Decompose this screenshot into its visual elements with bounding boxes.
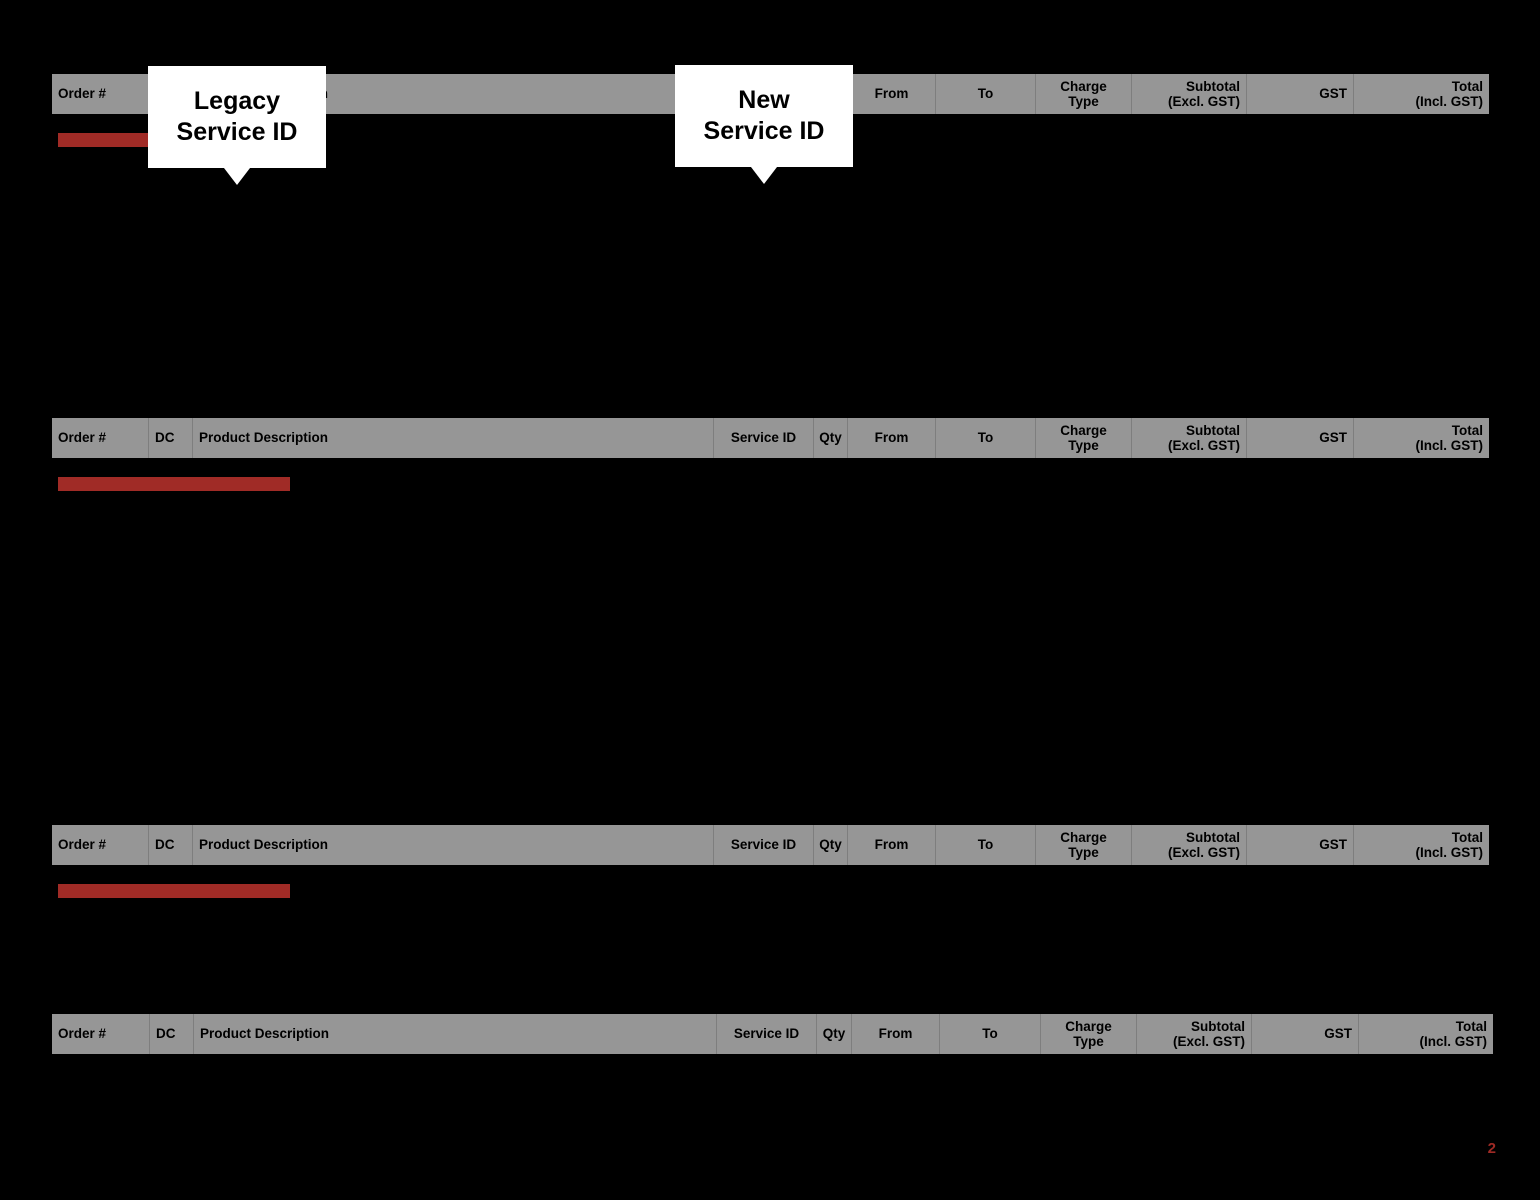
col-header-gst: GST bbox=[1252, 1014, 1359, 1054]
col-header-service-id: Service ID bbox=[714, 418, 814, 458]
col-header-from: From bbox=[848, 418, 936, 458]
col-header-order: Order # bbox=[52, 825, 149, 865]
col-header-charge-type: Charge Type bbox=[1036, 418, 1132, 458]
page-number: 2 bbox=[1487, 1140, 1496, 1157]
callout-legacy-service-id[interactable]: Legacy Service ID bbox=[148, 66, 326, 185]
callout-new-service-id[interactable]: New Service ID bbox=[675, 65, 853, 184]
col-header-gst: GST bbox=[1247, 825, 1354, 865]
col-header-subtotal: Subtotal (Excl. GST) bbox=[1132, 825, 1247, 865]
redaction-bar-3 bbox=[58, 884, 290, 898]
col-header-from: From bbox=[848, 74, 936, 114]
col-header-gst: GST bbox=[1247, 418, 1354, 458]
col-header-charge-type: Charge Type bbox=[1036, 825, 1132, 865]
col-header-dc: DC bbox=[149, 418, 193, 458]
col-header-gst: GST bbox=[1247, 74, 1354, 114]
col-header-product-description: Product Description bbox=[193, 418, 714, 458]
callout-legacy-service-id-label: Legacy Service ID bbox=[176, 86, 298, 147]
col-header-to: To bbox=[940, 1014, 1041, 1054]
col-header-to: To bbox=[936, 418, 1036, 458]
slide-canvas: Order # DC Product Description Service I… bbox=[0, 0, 1540, 1200]
col-header-subtotal: Subtotal (Excl. GST) bbox=[1132, 418, 1247, 458]
col-header-service-id: Service ID bbox=[717, 1014, 817, 1054]
col-header-charge-type: Charge Type bbox=[1036, 74, 1132, 114]
invoice-table-2: Order # DC Product Description Service I… bbox=[52, 418, 1489, 458]
col-header-total: Total (Incl. GST) bbox=[1354, 418, 1489, 458]
col-header-qty: Qty bbox=[814, 825, 848, 865]
col-header-qty: Qty bbox=[817, 1014, 852, 1054]
col-header-dc: DC bbox=[149, 825, 193, 865]
col-header-to: To bbox=[936, 825, 1036, 865]
redaction-bar-2 bbox=[58, 477, 290, 491]
invoice-table-3: Order # DC Product Description Service I… bbox=[52, 825, 1489, 865]
col-header-charge-type: Charge Type bbox=[1041, 1014, 1137, 1054]
callout-tail-icon bbox=[751, 167, 777, 184]
col-header-order: Order # bbox=[52, 1014, 150, 1054]
col-header-total: Total (Incl. GST) bbox=[1354, 74, 1489, 114]
col-header-total: Total (Incl. GST) bbox=[1359, 1014, 1493, 1054]
col-header-order: Order # bbox=[52, 74, 149, 114]
callout-tail-icon bbox=[224, 168, 250, 185]
col-header-from: From bbox=[852, 1014, 940, 1054]
invoice-table-4: Order # DC Product Description Service I… bbox=[52, 1014, 1493, 1054]
col-header-to: To bbox=[936, 74, 1036, 114]
callout-new-service-id-label: New Service ID bbox=[703, 85, 825, 146]
col-header-service-id: Service ID bbox=[714, 825, 814, 865]
col-header-total: Total (Incl. GST) bbox=[1354, 825, 1489, 865]
col-header-order: Order # bbox=[52, 418, 149, 458]
col-header-product-description: Product Description bbox=[193, 825, 714, 865]
col-header-subtotal: Subtotal (Excl. GST) bbox=[1137, 1014, 1252, 1054]
col-header-qty: Qty bbox=[814, 418, 848, 458]
col-header-from: From bbox=[848, 825, 936, 865]
col-header-product-description: Product Description bbox=[194, 1014, 717, 1054]
col-header-subtotal: Subtotal (Excl. GST) bbox=[1132, 74, 1247, 114]
col-header-dc: DC bbox=[150, 1014, 194, 1054]
